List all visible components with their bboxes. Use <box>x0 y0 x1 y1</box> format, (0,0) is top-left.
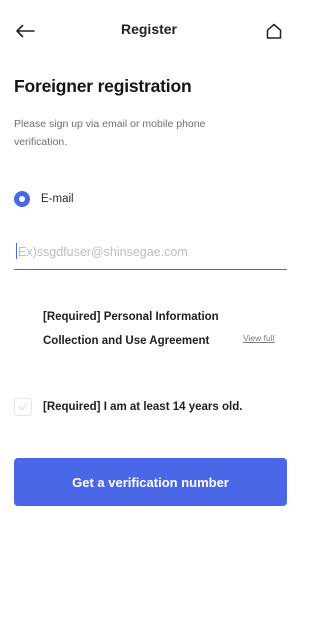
text-caret <box>16 243 17 259</box>
personal-info-agreement-label: [Required] Personal Information Collecti… <box>43 311 219 347</box>
email-method-radio[interactable]: E-mail <box>14 189 74 209</box>
home-icon <box>266 23 282 39</box>
get-verification-number-button[interactable]: Get a verification number <box>14 458 287 506</box>
page-description: Please sign up via email or mobile phone… <box>14 118 206 148</box>
age-confirm-checkbox[interactable] <box>14 398 32 416</box>
email-input[interactable] <box>14 234 287 270</box>
page-title: Foreigner registration <box>14 76 192 96</box>
age-confirm-label: [Required] I am at least 14 years old. <box>43 401 243 413</box>
header-title: Register <box>120 21 178 37</box>
view-full-link[interactable]: View full <box>243 333 275 343</box>
age-confirm-checkbox-row[interactable]: [Required] I am at least 14 years old. <box>14 398 242 416</box>
radio-selected-icon <box>14 191 30 207</box>
home-button[interactable] <box>262 19 286 43</box>
check-icon <box>18 403 28 411</box>
app-header: Register <box>0 0 298 62</box>
email-method-label: E-mail <box>41 193 74 205</box>
